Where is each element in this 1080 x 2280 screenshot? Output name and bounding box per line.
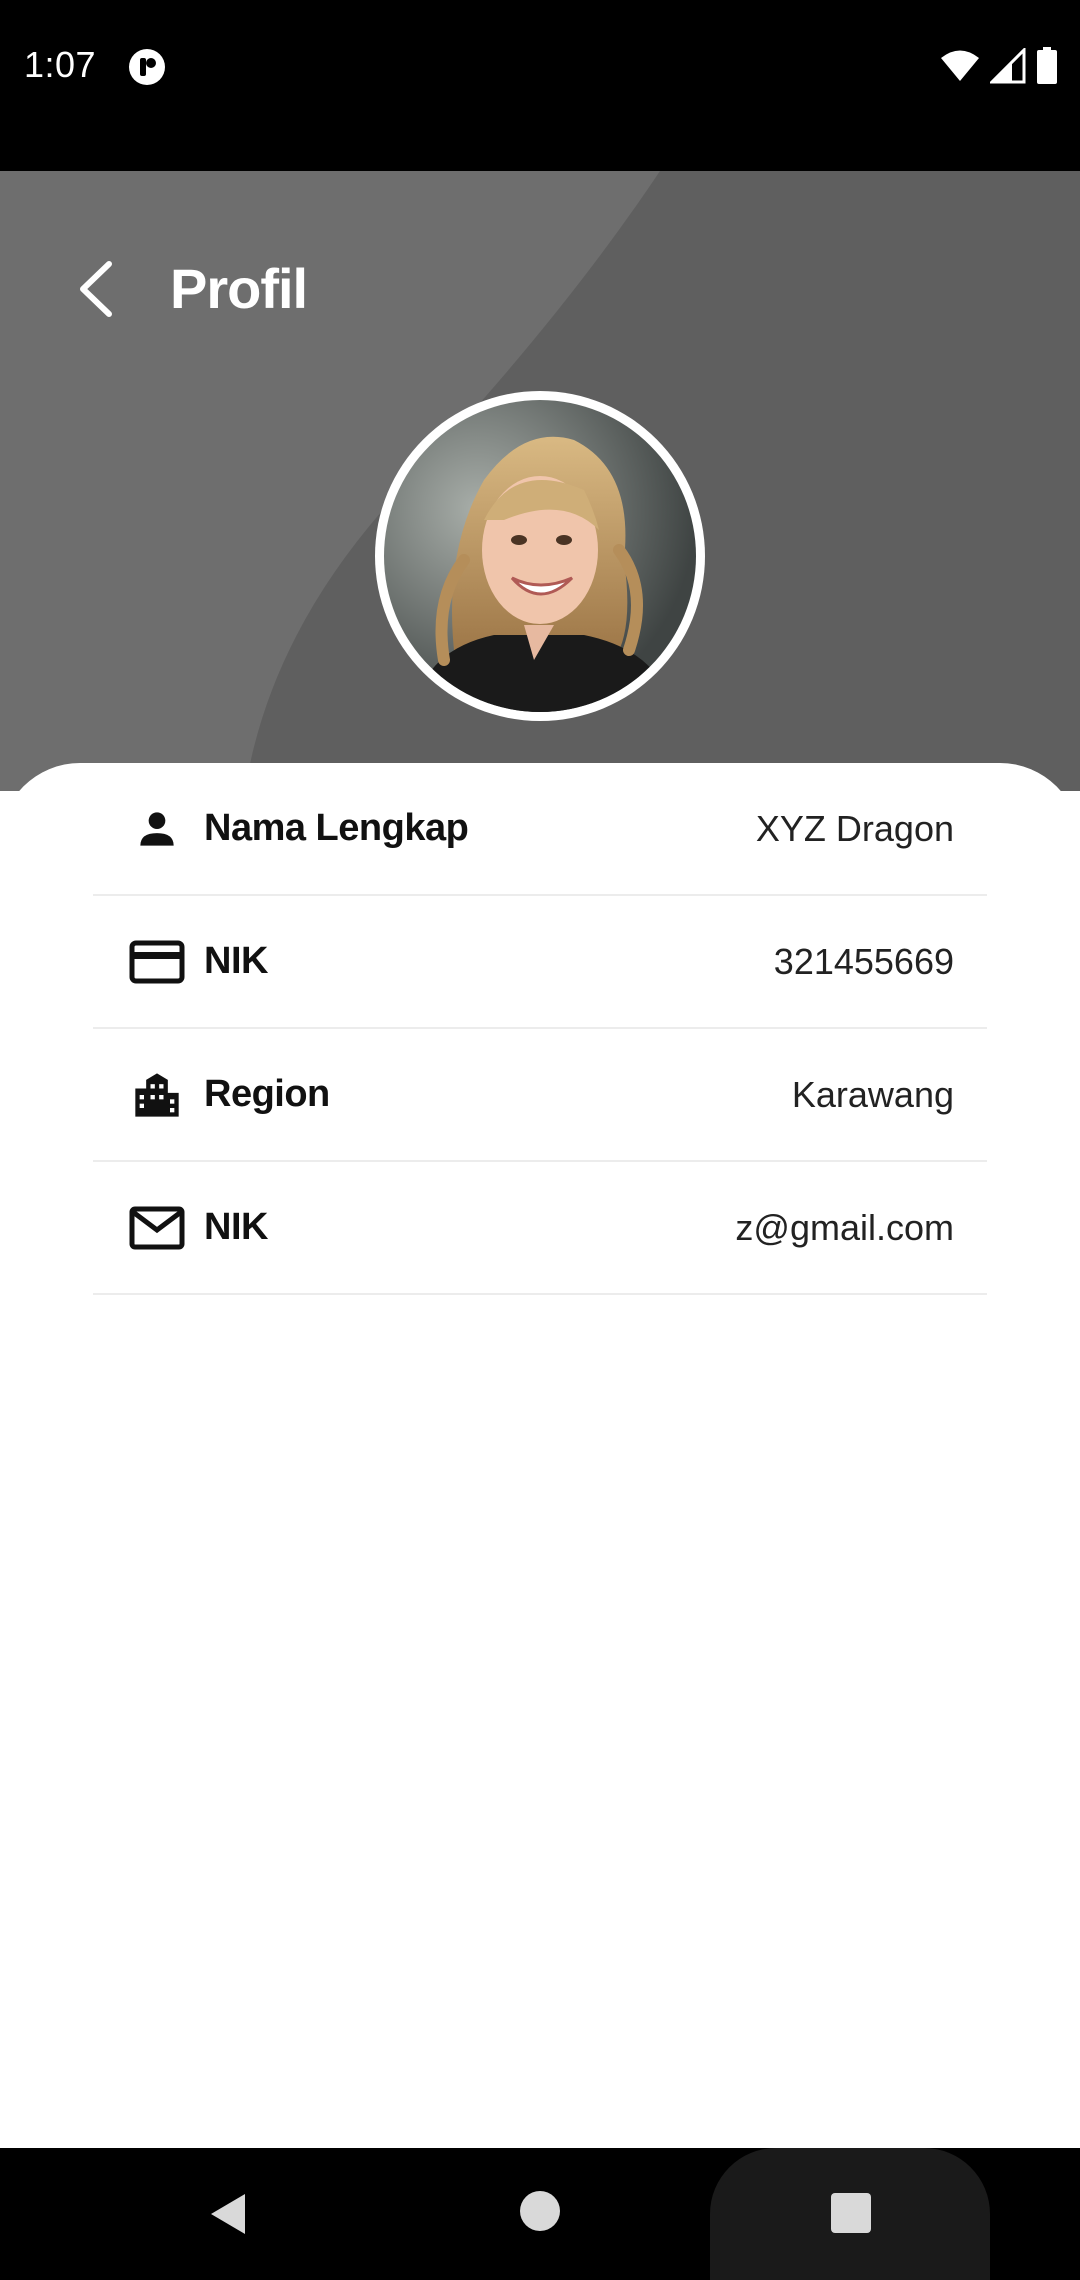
page-title: Profil (170, 257, 308, 320)
signal-icon (990, 48, 1026, 84)
row-value: XYZ Dragon (755, 807, 954, 849)
info-row-nik: NIK 321455669 (93, 896, 987, 1029)
chevron-left-icon (80, 261, 112, 317)
person-icon (129, 801, 185, 857)
row-label: Nama Lengkap (204, 807, 469, 849)
app-notification-icon (129, 49, 165, 85)
nav-recents-icon[interactable] (828, 2190, 874, 2236)
profile-header: Profil (0, 171, 1080, 791)
back-button[interactable] (60, 249, 130, 329)
status-icons (940, 46, 1058, 86)
row-value: 321455669 (773, 940, 954, 982)
status-time: 1:07 (24, 44, 97, 85)
nav-back-icon[interactable] (205, 2190, 253, 2238)
profile-info-list: Nama Lengkap XYZ Dragon NIK 321455669 Re… (93, 763, 987, 1295)
profile-photo (384, 400, 696, 712)
avatar[interactable] (375, 391, 705, 721)
system-nav-bar (0, 2148, 1080, 2280)
city-icon (129, 1067, 185, 1123)
profile-card: Nama Lengkap XYZ Dragon NIK 321455669 Re… (0, 763, 1080, 2148)
mail-icon (129, 1200, 185, 1256)
info-row-region: Region Karawang (93, 1029, 987, 1162)
status-bar: 1:07 (0, 0, 1080, 171)
info-row-full-name: Nama Lengkap XYZ Dragon (93, 763, 987, 896)
nav-home-icon[interactable] (515, 2186, 565, 2236)
wifi-icon (941, 50, 979, 81)
row-label: NIK (204, 1206, 268, 1248)
row-label: Region (204, 1073, 330, 1115)
battery-icon (1037, 47, 1057, 84)
row-value: z@gmail.com (735, 1206, 954, 1248)
credit-card-icon (129, 934, 185, 990)
row-value: Karawang (791, 1073, 954, 1115)
row-label: NIK (204, 940, 268, 982)
info-row-email: NIK z@gmail.com (93, 1162, 987, 1295)
